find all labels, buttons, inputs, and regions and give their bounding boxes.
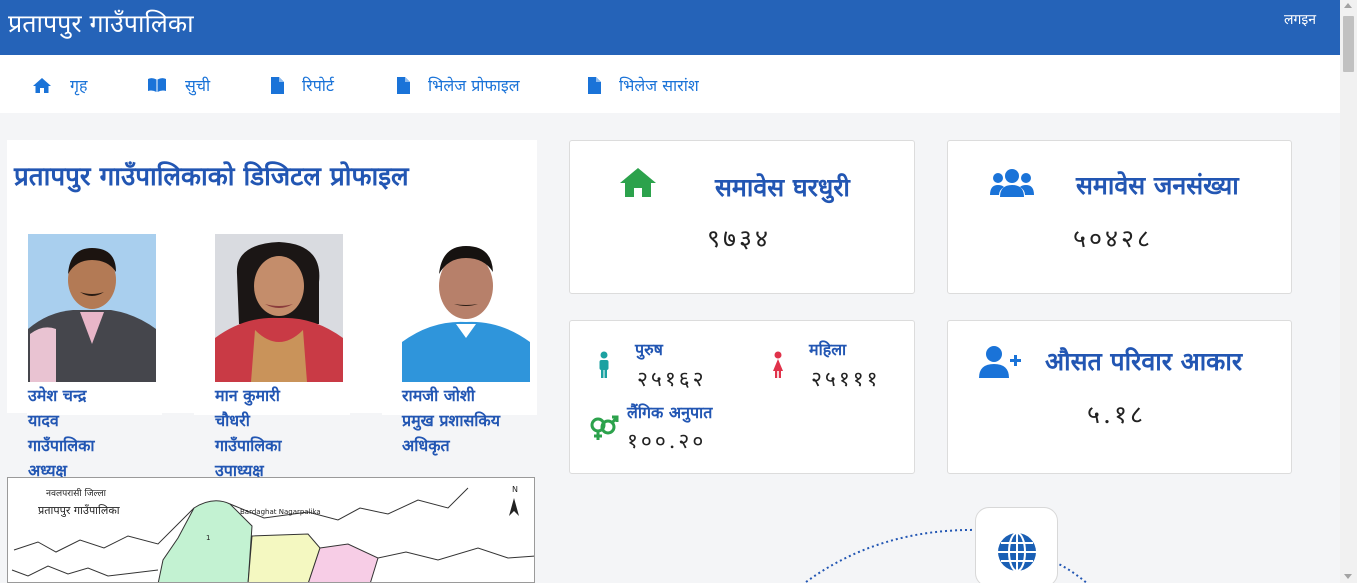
- main-nav: गृह सुची रिपोर्ट भिलेज प्रोफाइल भिलेज सा…: [0, 55, 1340, 113]
- map-image: 1 नवलपरासी जिल्ला प्रतापपुर गाउँपालिका B…: [11, 485, 534, 582]
- nav-item-label: गृह: [70, 76, 88, 95]
- brand-title[interactable]: प्रतापपुर गाउँपालिका: [8, 6, 194, 40]
- official-photo: [402, 234, 530, 382]
- users-icon: [990, 169, 1034, 197]
- stat-card-households: समावेस घरधुरी ९७३४: [569, 140, 915, 294]
- top-header: प्रतापपुर गाउँपालिका लगइन: [0, 0, 1340, 55]
- male-value: २५१६२: [637, 367, 707, 391]
- globe-icon: [998, 532, 1036, 572]
- book-icon: [148, 78, 166, 92]
- user-plus-icon: [979, 346, 1021, 378]
- stat-value: ५०४२८: [1073, 224, 1154, 253]
- svg-text:नवलपरासी जिल्ला: नवलपरासी जिल्ला: [46, 487, 107, 499]
- login-link[interactable]: लगइन: [1284, 10, 1316, 29]
- official-photo: [215, 234, 343, 382]
- official-designation: गाउँपालिका उपाध्यक्ष: [215, 436, 282, 480]
- nav-item-report[interactable]: रिपोर्ट: [271, 74, 334, 96]
- official-card-chairperson: उमेश चन्द्र यादव गाउँपालिका अध्यक्ष: [27, 213, 177, 483]
- globe-tile[interactable]: [975, 507, 1058, 583]
- file-icon: [588, 76, 601, 94]
- scroll-up-arrow-icon[interactable]: [1344, 3, 1352, 8]
- home-icon: [620, 168, 656, 197]
- page-scrollbar[interactable]: [1340, 0, 1357, 583]
- file-icon: [271, 76, 284, 94]
- nav-item-home[interactable]: गृह: [32, 74, 88, 96]
- scroll-down-arrow-icon[interactable]: [1344, 574, 1352, 579]
- official-card-vice-chairperson: मान कुमारी चौधरी गाउँपालिका उपाध्यक्ष: [194, 213, 354, 483]
- svg-text:प्रतापपुर गाउँपालिका: प्रतापपुर गाउँपालिका: [38, 504, 120, 517]
- stat-card-family-size: औसत परिवार आकार ५.१८: [947, 320, 1292, 474]
- male-label: पुरुष: [635, 340, 663, 359]
- official-photo: [28, 234, 156, 382]
- male-icon: [599, 351, 609, 378]
- official-name: रामजी जोशी: [402, 386, 475, 405]
- nav-item-label: सुची: [185, 76, 211, 95]
- stat-title: समावेस घरधुरी: [715, 173, 850, 202]
- official-name: मान कुमारी चौधरी: [215, 386, 280, 430]
- ratio-label: लैंगिक अनुपात: [627, 403, 713, 422]
- official-card-cao: रामजी जोशी प्रमुख प्रशासकिय अधिकृत: [382, 213, 542, 483]
- ratio-value: १००.२०: [627, 429, 707, 453]
- north-arrow-icon: [509, 498, 519, 516]
- home-icon: [33, 77, 51, 93]
- stat-value: ९७३४: [707, 224, 772, 253]
- stat-title: औसत परिवार आकार: [1045, 347, 1243, 376]
- female-icon: [773, 351, 783, 378]
- nav-item-label: भिलेज सारांश: [619, 76, 699, 95]
- female-value: २५१११: [811, 367, 881, 391]
- orbit-decoration: [805, 528, 1089, 583]
- stat-card-population: समावेस जनसंख्या ५०४२८: [947, 140, 1292, 294]
- official-name: उमेश चन्द्र यादव: [28, 386, 87, 430]
- municipality-map[interactable]: 1 नवलपरासी जिल्ला प्रतापपुर गाउँपालिका B…: [7, 477, 535, 583]
- official-designation: प्रमुख प्रशासकिय अधिकृत: [402, 411, 500, 455]
- file-icon: [397, 76, 410, 94]
- nav-item-village-profile[interactable]: भिलेज प्रोफाइल: [397, 74, 520, 96]
- gender-ratio-icon: [590, 415, 619, 440]
- nav-item-label: रिपोर्ट: [302, 76, 334, 95]
- profile-title: प्रतापपुर गाउँपालिकाको डिजिटल प्रोफाइल: [14, 162, 409, 192]
- official-designation: गाउँपालिका अध्यक्ष: [28, 436, 95, 480]
- nav-item-label: भिलेज प्रोफाइल: [428, 76, 520, 95]
- stat-value: ५.१८: [1087, 400, 1146, 429]
- nav-item-list[interactable]: सुची: [147, 74, 210, 96]
- scrollbar-thumb[interactable]: [1343, 16, 1354, 72]
- stat-card-gender: पुरुष २५१६२ महिला २५१११ लैंगिक अनुपात १०…: [569, 320, 915, 474]
- stat-title: समावेस जनसंख्या: [1076, 171, 1239, 200]
- svg-text:N: N: [512, 485, 518, 494]
- female-label: महिला: [809, 340, 847, 359]
- svg-text:Bardaghat Nagarpalika: Bardaghat Nagarpalika: [240, 508, 321, 516]
- nav-item-village-summary[interactable]: भिलेज सारांश: [588, 74, 699, 96]
- svg-text:1: 1: [206, 534, 210, 542]
